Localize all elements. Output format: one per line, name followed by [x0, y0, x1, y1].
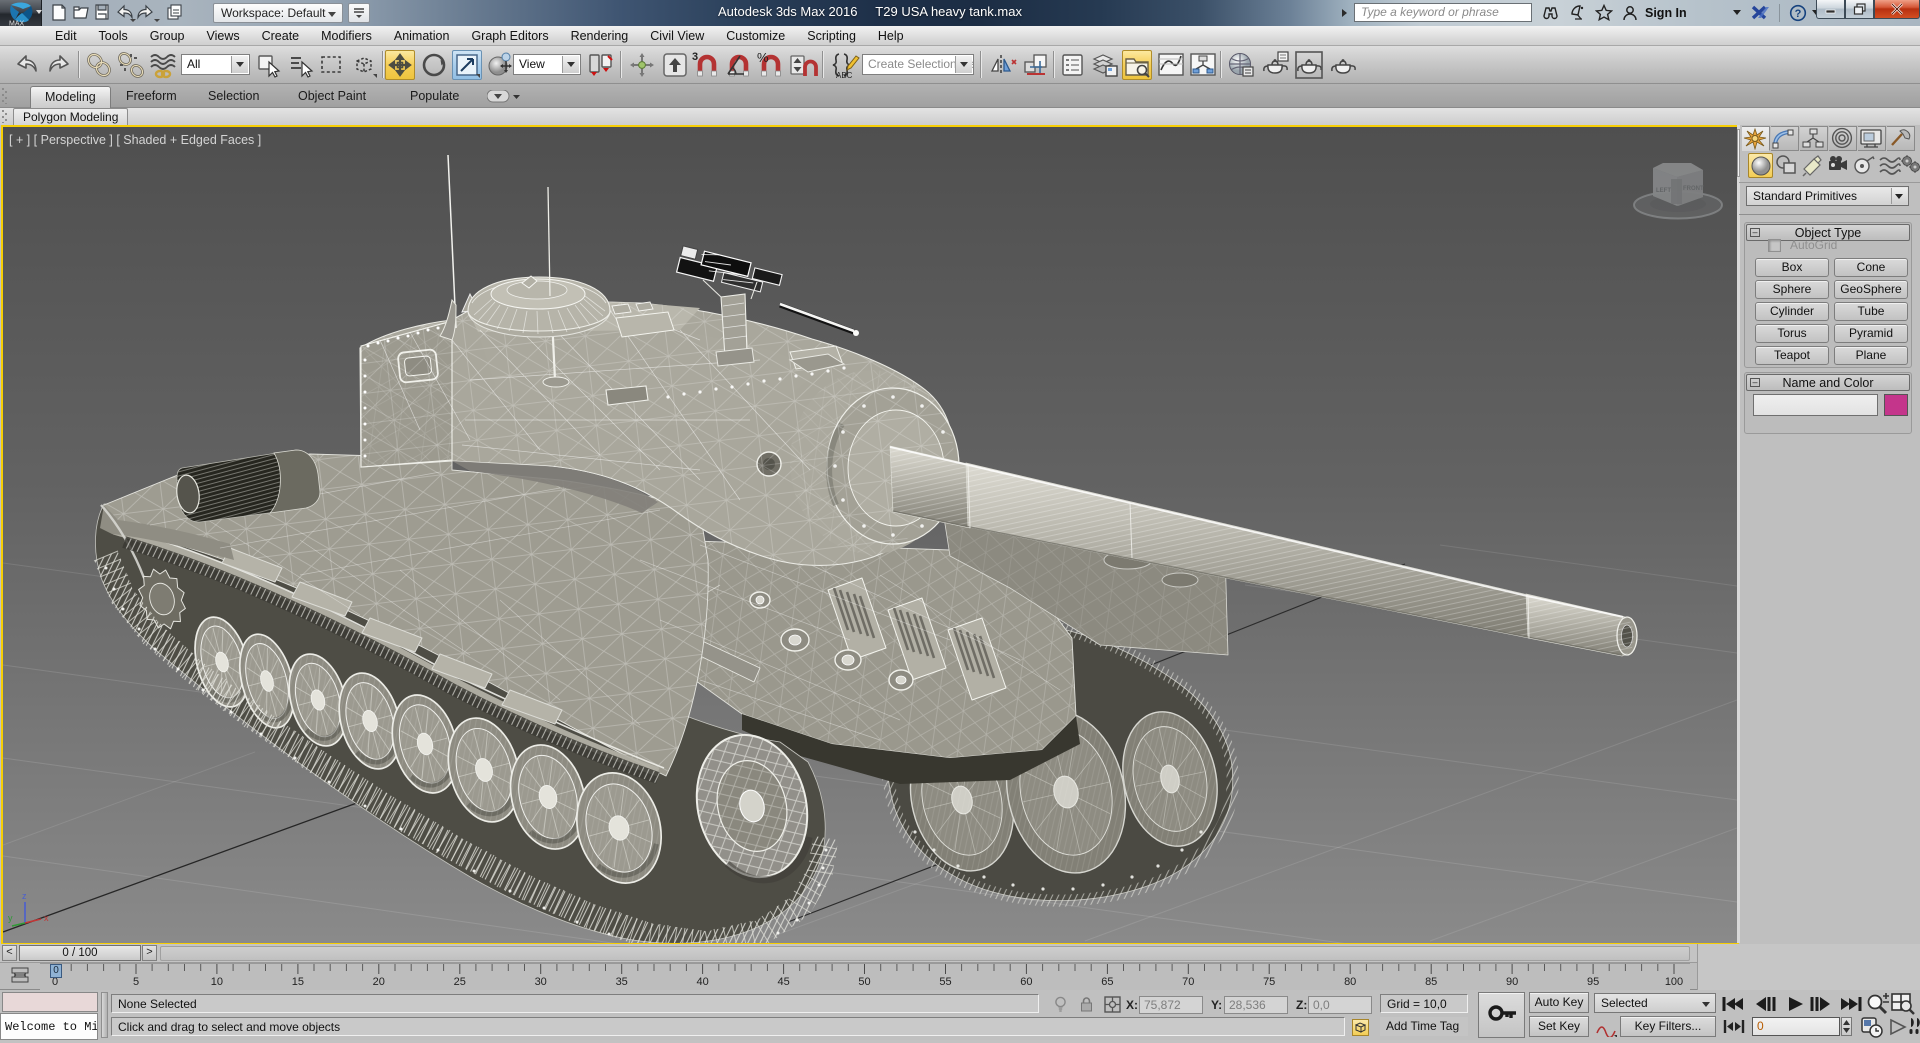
svg-text:80: 80 [1344, 976, 1356, 988]
svg-text:%: % [757, 50, 769, 65]
svg-text:100: 100 [1665, 976, 1683, 988]
svg-text:15: 15 [292, 976, 304, 988]
svg-text:60: 60 [1020, 976, 1032, 988]
svg-text:LEFT: LEFT [1656, 188, 1671, 194]
svg-text:5: 5 [133, 976, 139, 988]
svg-text:45: 45 [777, 976, 789, 988]
svg-text:ABC: ABC [836, 71, 853, 80]
svg-text:3: 3 [692, 51, 698, 63]
svg-text:70: 70 [1182, 976, 1194, 988]
svg-text:50: 50 [858, 976, 870, 988]
svg-text:20: 20 [373, 976, 385, 988]
svg-text:x: x [44, 913, 49, 923]
svg-text:[ + ] [ Perspective ] [ Shaded: [ + ] [ Perspective ] [ Shaded + Edged F… [9, 133, 261, 147]
svg-text:85: 85 [1425, 976, 1437, 988]
svg-text:35: 35 [616, 976, 628, 988]
svg-text:z: z [22, 891, 27, 901]
svg-text:55: 55 [939, 976, 951, 988]
svg-text:FRONT: FRONT [1683, 186, 1704, 192]
svg-text:95: 95 [1587, 976, 1599, 988]
svg-text:75: 75 [1263, 976, 1275, 988]
svg-text:65: 65 [1101, 976, 1113, 988]
svg-text:10: 10 [211, 976, 223, 988]
svg-text:y: y [8, 913, 13, 923]
svg-text:40: 40 [696, 976, 708, 988]
svg-text:?: ? [1794, 8, 1801, 20]
svg-text:25: 25 [454, 976, 466, 988]
svg-text:90: 90 [1506, 976, 1518, 988]
svg-text:30: 30 [535, 976, 547, 988]
